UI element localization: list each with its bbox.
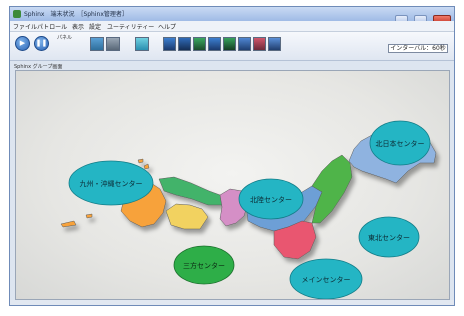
center-label: 九州・沖縄センター [80, 179, 143, 188]
menu-settings[interactable]: 設定 [89, 22, 101, 31]
menu-patrol[interactable]: パトロール [37, 22, 67, 31]
group-thumbnail-2[interactable] [178, 37, 191, 51]
group-thumbnail-5[interactable] [223, 37, 236, 51]
status-bar [10, 300, 454, 305]
region-shikoku[interactable] [165, 203, 209, 230]
menu-help[interactable]: ヘルプ [158, 22, 176, 31]
menu-view[interactable]: 表示 [72, 22, 84, 31]
region-chugoku[interactable] [158, 176, 223, 206]
center-label: メインセンター [302, 275, 351, 284]
center-label: 北陸センター [250, 195, 292, 204]
play-button[interactable]: ▶ [15, 36, 30, 51]
group-thumbnail-7[interactable] [253, 37, 266, 51]
menu-utility[interactable]: ユーティリティー [107, 22, 154, 31]
center-kita-nihon[interactable]: 北日本センター [369, 120, 431, 166]
view-thumbnail-3[interactable] [135, 37, 149, 51]
region-okinawa-islet [85, 213, 93, 219]
center-label: 北日本センター [376, 139, 425, 148]
center-sanpo[interactable]: 三方センター [173, 245, 235, 285]
center-main[interactable]: メインセンター [289, 258, 363, 299]
group-thumbnail-1[interactable] [163, 37, 176, 51]
center-label: 東北センター [368, 233, 410, 242]
group-thumbnail-6[interactable] [238, 37, 251, 51]
view-thumbnail-1[interactable] [90, 37, 104, 51]
panel-title: Sphinx グループ画面 [14, 64, 63, 70]
menu-bar: ファイル パトロール 表示 設定 ユーティリティー ヘルプ [10, 21, 454, 32]
region-okinawa[interactable] [60, 220, 77, 228]
pause-icon: ❚❚ [35, 39, 48, 47]
center-hokuriku[interactable]: 北陸センター [238, 178, 304, 220]
menu-file[interactable]: ファイル [13, 22, 37, 31]
app-window: Sphinx 端末状況 ［Sphinx管理者］ ファイル パトロール 表示 設定… [9, 6, 455, 306]
group-thumbnail-4[interactable] [208, 37, 221, 51]
pause-button[interactable]: ❚❚ [34, 36, 49, 51]
app-icon [13, 10, 21, 18]
region-kyushu-islet-2 [137, 158, 144, 164]
center-label: 三方センター [183, 261, 225, 270]
view-thumbnail-2[interactable] [106, 37, 120, 51]
title-bar[interactable]: Sphinx 端末状況 ［Sphinx管理者］ [10, 7, 454, 24]
group-thumbnail-3[interactable] [193, 37, 206, 51]
center-tohoku[interactable]: 東北センター [358, 216, 420, 258]
panel-label: パネル [57, 35, 73, 41]
center-kyushu-okinawa[interactable]: 九州・沖縄センター [68, 160, 154, 206]
interval-display[interactable]: インターバル：60秒 [388, 44, 448, 53]
map-panel: 九州・沖縄センター 北日本センター 北陸センター 東北センター 三方センター メ… [15, 70, 450, 300]
japan-map: 九州・沖縄センター 北日本センター 北陸センター 東北センター 三方センター メ… [60, 120, 437, 299]
play-icon: ▶ [19, 39, 26, 47]
region-kyushu-islet [143, 163, 150, 170]
toolbar: ▶ ❚❚ パネル インターバル：60秒 [10, 32, 454, 61]
window-title: Sphinx 端末状況 ［Sphinx管理者］ [24, 11, 128, 18]
group-thumbnail-8[interactable] [268, 37, 281, 51]
window-controls [394, 9, 451, 24]
region-tohoku[interactable] [311, 154, 353, 224]
